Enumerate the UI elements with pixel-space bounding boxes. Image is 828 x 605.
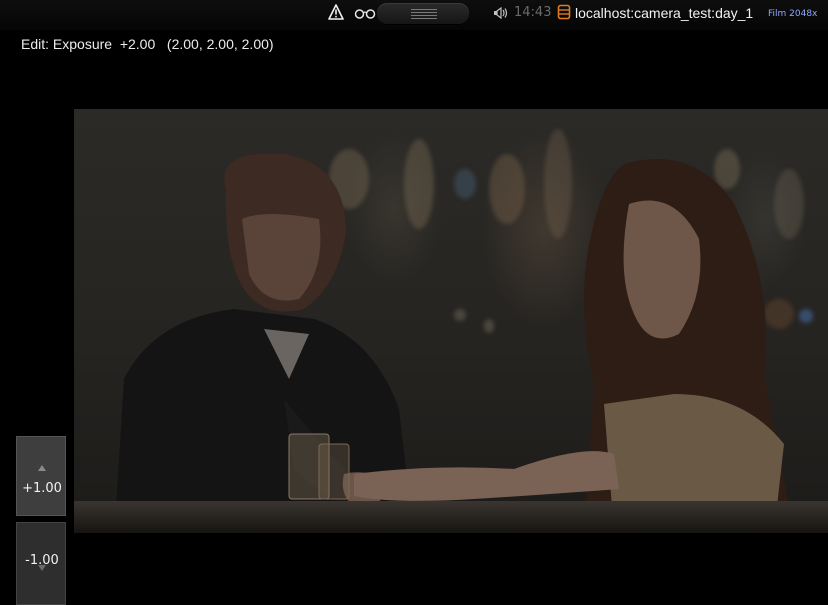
arrow-down-icon bbox=[38, 565, 46, 571]
whisky-glass bbox=[288, 433, 350, 500]
bar-counter bbox=[74, 501, 828, 533]
edit-info-label: Edit: Exposure +2.00 (2.00, 2.00, 2.00) bbox=[21, 36, 274, 52]
database-icon[interactable] bbox=[557, 4, 571, 20]
viewer-window: 14:43 localhost:camera_test:day_1 Film 2… bbox=[0, 0, 828, 605]
decrease-exposure-button[interactable]: -1.00 bbox=[16, 522, 66, 605]
arrow-up-icon bbox=[38, 465, 46, 471]
status-bar: 14:43 localhost:camera_test:day_1 Film 2… bbox=[0, 0, 828, 30]
warning-icon[interactable] bbox=[328, 4, 344, 20]
glasses-icon[interactable] bbox=[354, 9, 376, 19]
woman-figure bbox=[354, 159, 794, 533]
speaker-icon[interactable] bbox=[493, 7, 509, 19]
increase-exposure-label: +1.00 bbox=[22, 481, 62, 496]
scrub-control[interactable] bbox=[377, 3, 469, 25]
clock: 14:43 bbox=[514, 5, 552, 20]
image-frame[interactable] bbox=[74, 109, 828, 533]
scrub-grip[interactable] bbox=[411, 9, 437, 21]
increase-exposure-button[interactable]: +1.00 bbox=[16, 436, 66, 516]
format-label: Film 2048x bbox=[768, 9, 818, 19]
session-name[interactable]: localhost:camera_test:day_1 bbox=[575, 3, 753, 23]
